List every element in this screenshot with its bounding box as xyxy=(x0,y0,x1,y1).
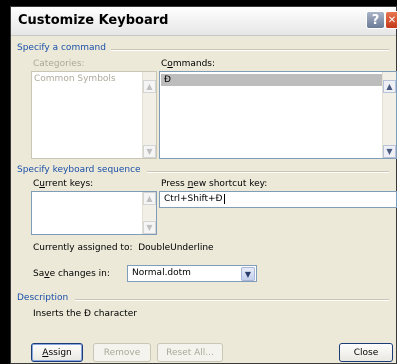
scroll-up-icon[interactable]: ▲ xyxy=(143,192,156,205)
keyboard-sequence-heading: Specify keyboard sequence xyxy=(17,165,141,175)
scroll-down-icon[interactable]: ▼ xyxy=(383,145,396,158)
remove-button[interactable]: Remove xyxy=(93,343,151,362)
scroll-down-icon[interactable]: ▼ xyxy=(143,145,156,158)
new-shortcut-label: Press new shortcut key: xyxy=(161,179,268,189)
commands-label: Commands: xyxy=(161,59,215,69)
customize-keyboard-dialog: Customize Keyboard ? ✕ Specify a command… xyxy=(10,6,397,364)
description-heading: Description xyxy=(17,293,69,303)
current-keys-list[interactable]: ▲ ▼ xyxy=(31,191,157,235)
scroll-down-icon[interactable]: ▼ xyxy=(143,221,156,234)
categories-scrollbar[interactable]: ▲ ▼ xyxy=(142,72,156,158)
help-button[interactable]: ? xyxy=(366,11,385,29)
help-icon: ? xyxy=(371,12,380,28)
currently-assigned-value: DoubleUnderline xyxy=(138,243,214,253)
save-changes-select[interactable]: Normal.dotm ▼ xyxy=(127,265,257,282)
description-text: Inserts the Đ character xyxy=(33,309,137,319)
chevron-down-icon[interactable]: ▼ xyxy=(241,267,255,281)
current-keys-label: Current keys: xyxy=(33,179,94,189)
categories-label: Categories: xyxy=(33,59,85,69)
scroll-up-icon[interactable]: ▲ xyxy=(143,80,156,93)
text-cursor: ​ xyxy=(223,194,225,204)
divider xyxy=(147,171,389,173)
list-item[interactable]: Đ xyxy=(161,74,383,86)
divider xyxy=(75,299,389,301)
categories-list[interactable]: Common Symbols ▲ ▼ xyxy=(31,71,157,159)
new-shortcut-input[interactable]: Ctrl+Shift+Đ​ xyxy=(159,191,397,208)
list-item[interactable]: Common Symbols xyxy=(34,74,116,84)
current-keys-scrollbar[interactable]: ▲ ▼ xyxy=(142,192,156,234)
reset-all-button[interactable]: Reset All... xyxy=(157,343,223,362)
commands-scrollbar[interactable]: ▲ ▼ xyxy=(382,72,396,158)
title-bar: Customize Keyboard ? ✕ xyxy=(11,7,397,36)
scroll-up-icon[interactable]: ▲ xyxy=(383,80,396,93)
commands-list[interactable]: Đ ▲ ▼ xyxy=(159,71,397,159)
dialog-title: Customize Keyboard xyxy=(18,13,169,28)
save-changes-label: Save changes in: xyxy=(33,269,110,279)
currently-assigned-label: Currently assigned to: DoubleUnderline xyxy=(33,243,214,253)
close-window-button[interactable]: ✕ xyxy=(385,11,397,29)
close-icon: ✕ xyxy=(387,14,397,26)
divider xyxy=(111,49,389,51)
close-button[interactable]: Close xyxy=(339,343,393,362)
specify-command-heading: Specify a command xyxy=(17,43,106,53)
assign-button[interactable]: Assign xyxy=(31,343,83,362)
